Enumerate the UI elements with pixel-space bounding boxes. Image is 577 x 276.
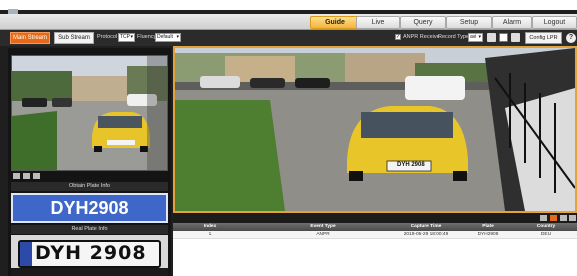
col-country: Country — [536, 224, 556, 229]
real-plate-title: Real Plate Info — [11, 225, 168, 234]
active-view-icon[interactable] — [550, 215, 557, 221]
real-plate-image: DYH 2908 — [11, 235, 168, 276]
cell-index: 1 — [208, 232, 212, 237]
main-plate-on-car: DYH 2908 — [397, 162, 425, 168]
event-toolbar — [173, 213, 577, 223]
main-video-scene — [175, 48, 575, 211]
chevron-down-icon: ▾ — [130, 34, 133, 40]
record-type-label: Record Type — [438, 34, 470, 40]
obtained-plate-number: DYH2908 — [11, 193, 168, 223]
col-event-type: Event Type — [310, 224, 336, 229]
col-plate: Plate — [482, 224, 494, 229]
main-stream-button[interactable]: Main Stream — [10, 32, 50, 44]
main-stream-video[interactable]: DYH 2908 — [173, 46, 577, 213]
protocol-value: TCP — [120, 34, 130, 40]
record-icon[interactable] — [499, 33, 508, 42]
table-row[interactable]: 1 ANPR 2019-05-29 18:00:49 DYH2908 DEU — [173, 231, 577, 239]
fluency-label: Fluency — [137, 34, 157, 40]
record-type-select[interactable]: avi ▾ — [468, 33, 483, 42]
cell-capture-time: 2019-05-29 18:00:49 — [403, 232, 449, 237]
folder-icon[interactable] — [511, 33, 520, 42]
cell-event-type: ANPR — [316, 232, 330, 237]
col-index: Index — [203, 224, 217, 229]
app-window: Guide Live Query Setup Alarm Logout Main… — [0, 0, 577, 276]
snapshot-icon[interactable] — [487, 33, 496, 42]
sub-stream-video[interactable] — [11, 55, 168, 171]
event-table: Index Event Type Capture Time Plate Coun… — [173, 223, 577, 276]
main-nav: Guide Live Query Setup Alarm Logout — [0, 14, 577, 30]
zoom-icon[interactable] — [23, 173, 30, 179]
help-icon[interactable]: ? — [566, 33, 576, 43]
col-capture-time: Capture Time — [410, 224, 442, 229]
toolbar: Main Stream Sub Stream Protocol TCP ▾ Flu… — [0, 30, 577, 46]
fluency-value: Default — [157, 34, 173, 40]
split-view-icon[interactable] — [13, 173, 20, 179]
protocol-select[interactable]: TCP ▾ — [118, 33, 135, 42]
fluency-select[interactable]: Default ▾ — [155, 33, 181, 42]
anpr-receive-label: ANPR Receive — [403, 34, 440, 40]
cell-plate: DYH2908 — [477, 232, 499, 237]
plate-crop-text: DYH 2908 — [35, 242, 147, 264]
obtain-plate-title: Obtain Plate Info — [11, 182, 168, 191]
cell-country: DEU — [540, 232, 552, 237]
grid-view-icon[interactable] — [560, 215, 567, 221]
sub-video-scene — [12, 56, 167, 170]
tab-live[interactable]: Live — [356, 16, 400, 29]
config-lpr-button[interactable]: Config LPR — [525, 32, 562, 44]
chevron-down-icon: ▾ — [176, 34, 179, 40]
fullscreen-icon[interactable] — [33, 173, 40, 179]
anpr-receive-checkbox[interactable]: ✓ — [395, 34, 401, 40]
left-panel: Obtain Plate Info DYH2908 Real Plate Inf… — [8, 48, 171, 276]
protocol-label: Protocol — [97, 34, 118, 40]
sub-stream-button[interactable]: Sub Stream — [54, 32, 94, 44]
table-header: Index Event Type Capture Time Plate Coun… — [173, 223, 577, 231]
record-type-value: avi — [470, 34, 477, 40]
clear-icon[interactable] — [569, 215, 576, 221]
tab-logout[interactable]: Logout — [532, 16, 577, 29]
tab-guide[interactable]: Guide — [310, 16, 360, 29]
top-strip — [0, 0, 577, 10]
chevron-down-icon: ▾ — [478, 34, 481, 40]
tab-alarm[interactable]: Alarm — [492, 16, 532, 29]
list-view-icon[interactable] — [540, 215, 547, 221]
tab-setup[interactable]: Setup — [446, 16, 492, 29]
tab-query[interactable]: Query — [400, 16, 446, 29]
